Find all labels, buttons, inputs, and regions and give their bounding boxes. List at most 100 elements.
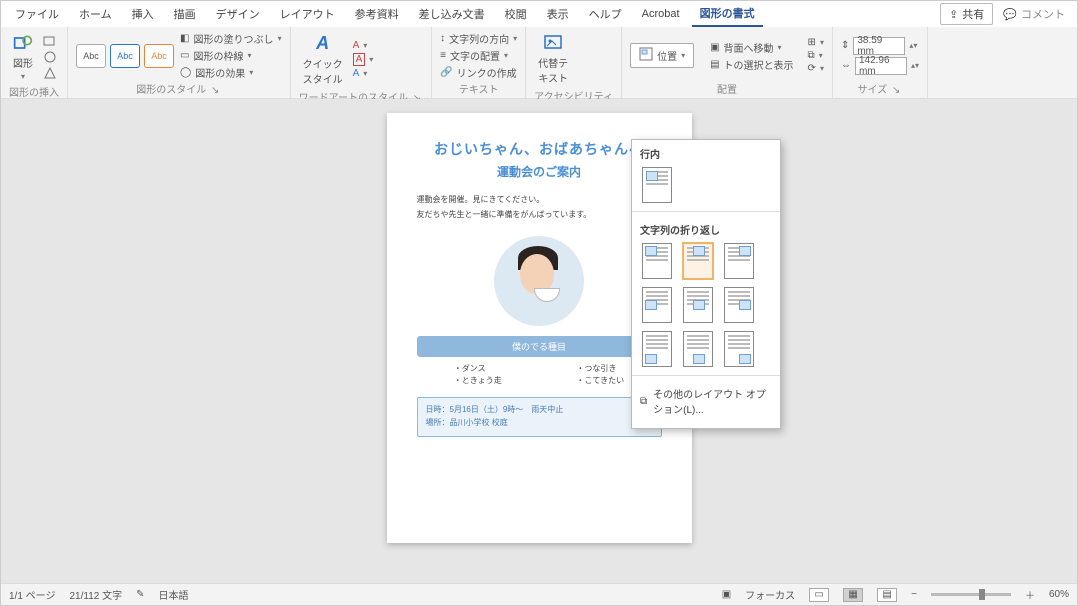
alt-text-label: 代替テ キスト xyxy=(538,55,568,85)
status-word-count[interactable]: 21/112 文字 xyxy=(69,587,122,602)
tab-references[interactable]: 参考資料 xyxy=(347,2,407,26)
zoom-slider[interactable] xyxy=(931,593,1011,596)
view-print-button[interactable]: ▦ xyxy=(843,588,863,602)
pos-bot-left[interactable] xyxy=(642,331,672,367)
spellcheck-icon[interactable]: ✎ xyxy=(136,589,144,600)
info-line-1: 日時：5月16日（土）9時～ 雨天中止 xyxy=(426,404,653,417)
rotate-button[interactable]: ⟳▾ xyxy=(808,63,824,74)
tab-home[interactable]: ホーム xyxy=(71,2,120,26)
align-text-button[interactable]: ≡文字の配置▾ xyxy=(440,48,517,63)
chevron-down-icon: ▾ xyxy=(21,72,25,81)
send-back-icon: ▣ xyxy=(710,42,719,53)
link-icon: 🔗 xyxy=(440,67,452,78)
style-preset-3[interactable]: Abc xyxy=(144,44,174,68)
selection-pane-button[interactable]: ▤トの選択と表示 xyxy=(710,57,793,72)
selection-pane-icon: ▤ xyxy=(710,59,719,70)
pos-mid-left[interactable] xyxy=(642,287,672,323)
shape-effects-button[interactable]: ◯図形の効果▾ xyxy=(180,65,282,80)
view-web-button[interactable]: ▤ xyxy=(877,588,897,602)
text-direction-icon: ↕ xyxy=(440,33,445,44)
style-preset-1[interactable]: Abc xyxy=(76,44,106,68)
dropdown-section-wrap: 文字列の折り返し xyxy=(632,216,780,239)
position-button[interactable]: 位置 ▾ xyxy=(630,43,694,68)
shape-outline-button[interactable]: ▭図形の枠線▾ xyxy=(180,48,282,63)
comments-button[interactable]: 💬 コメント xyxy=(997,4,1071,24)
tab-acrobat[interactable]: Acrobat xyxy=(634,4,688,24)
width-icon: ⇔ xyxy=(841,60,851,71)
fill-icon: ◧ xyxy=(180,33,189,44)
height-value[interactable]: 38.59 mm xyxy=(853,37,905,55)
focus-icon[interactable]: ▣ xyxy=(722,589,731,600)
tab-insert[interactable]: 挿入 xyxy=(124,2,162,26)
height-input[interactable]: ⇕38.59 mm▴▾ xyxy=(841,37,919,55)
zoom-in-button[interactable]: ＋ xyxy=(1025,587,1035,602)
shapes-icon xyxy=(13,33,33,53)
text-direction-label: 文字列の方向 xyxy=(449,31,509,46)
style-gallery[interactable]: Abc Abc Abc xyxy=(76,44,174,68)
tab-help[interactable]: ヘルプ xyxy=(581,2,630,26)
tab-review[interactable]: 校閲 xyxy=(497,2,535,26)
status-page[interactable]: 1/1 ページ xyxy=(9,587,55,602)
group-objects-button[interactable]: ⧉▾ xyxy=(808,50,824,61)
position-option-inline[interactable] xyxy=(642,167,672,203)
height-icon: ⇕ xyxy=(841,40,849,51)
group-accessibility: 代替テ キスト アクセシビリティ xyxy=(526,27,622,98)
outline-icon: ▭ xyxy=(180,50,189,61)
tab-shape-format[interactable]: 図形の書式 xyxy=(692,1,763,27)
group-size-label: サイズ xyxy=(858,85,888,96)
status-language[interactable]: 日本語 xyxy=(159,587,189,602)
width-value[interactable]: 142.96 mm xyxy=(855,57,907,75)
position-dropdown: 行内 文字列の折り返し xyxy=(631,139,781,429)
view-read-button[interactable]: ▭ xyxy=(809,588,829,602)
pos-bot-right[interactable] xyxy=(724,331,754,367)
text-direction-button[interactable]: ↕文字列の方向▾ xyxy=(440,31,517,46)
tab-mailings[interactable]: 差し込み文書 xyxy=(411,2,493,26)
more-layout-label: その他のレイアウト オプション(L)... xyxy=(653,386,772,416)
group-arrange: 位置 ▾ ▣背面へ移動▾ ▤トの選択と表示 ⊞▾ ⧉▾ ⟳▾ 配置 xyxy=(622,27,833,98)
group-icon: ⧉ xyxy=(808,50,815,61)
doc-paragraph-2: 友だちや先生と一緒に準備をがんばっています。 xyxy=(417,209,662,220)
text-outline-button[interactable]: A▾ xyxy=(353,53,374,66)
align-objects-button[interactable]: ⊞▾ xyxy=(808,37,824,48)
doc-paragraph-1: 運動会を開催。見にきてください。 xyxy=(417,194,662,205)
share-icon: ⇪ xyxy=(949,8,958,21)
tab-layout[interactable]: レイアウト xyxy=(272,2,343,26)
group-arrange-label: 配置 xyxy=(630,80,824,96)
send-backward-button[interactable]: ▣背面へ移動▾ xyxy=(710,40,793,55)
tab-design[interactable]: デザイン xyxy=(208,2,268,26)
quick-styles-button[interactable]: A クイック スタイル xyxy=(299,31,347,88)
document-canvas[interactable]: おじいちゃん、おばあちゃんへ 運動会のご案内 運動会を開催。見にきてください。 … xyxy=(1,99,1077,583)
text-effects-button[interactable]: A▾ xyxy=(353,68,374,79)
pos-top-right[interactable] xyxy=(724,243,754,279)
doc-info-box: 日時：5月16日（土）9時～ 雨天中止 場所：品川小学校 校庭 xyxy=(417,397,662,437)
position-icon xyxy=(639,47,653,64)
shapes-button[interactable]: 図形 ▾ xyxy=(9,31,37,83)
shape-fill-button[interactable]: ◧図形の塗りつぶし▾ xyxy=(180,31,282,46)
status-focus[interactable]: フォーカス xyxy=(745,587,795,602)
pos-top-center[interactable] xyxy=(683,243,713,279)
alt-text-button[interactable]: 代替テ キスト xyxy=(534,31,572,87)
tab-view[interactable]: 表示 xyxy=(539,2,577,26)
shape-mini-gallery[interactable] xyxy=(43,34,57,80)
pos-top-left[interactable] xyxy=(642,243,672,279)
zoom-level[interactable]: 60% xyxy=(1049,589,1069,600)
text-fill-button[interactable]: A▾ xyxy=(353,40,374,51)
col1b: ・ときょう走 xyxy=(454,375,502,387)
share-button[interactable]: ⇪ 共有 xyxy=(940,3,993,25)
comment-icon: 💬 xyxy=(1003,8,1017,21)
zoom-out-button[interactable]: − xyxy=(911,589,917,600)
pos-mid-center[interactable] xyxy=(683,287,713,323)
more-layout-options[interactable]: ⧉ その他のレイアウト オプション(L)... xyxy=(632,380,780,422)
tab-file[interactable]: ファイル xyxy=(7,2,67,26)
create-link-button[interactable]: 🔗リンクの作成 xyxy=(440,65,517,80)
style-preset-2[interactable]: Abc xyxy=(110,44,140,68)
dialog-launcher-icon[interactable]: ↘ xyxy=(209,85,221,96)
doc-photo[interactable] xyxy=(494,236,584,326)
dialog-launcher-icon[interactable]: ↘ xyxy=(890,85,902,96)
tab-draw[interactable]: 描画 xyxy=(166,2,204,26)
pos-bot-center[interactable] xyxy=(683,331,713,367)
send-backward-label: 背面へ移動 xyxy=(724,40,774,55)
pos-mid-right[interactable] xyxy=(724,287,754,323)
group-insert-shape-label: 図形の挿入 xyxy=(9,83,59,99)
width-input[interactable]: ⇔142.96 mm▴▾ xyxy=(841,57,919,75)
